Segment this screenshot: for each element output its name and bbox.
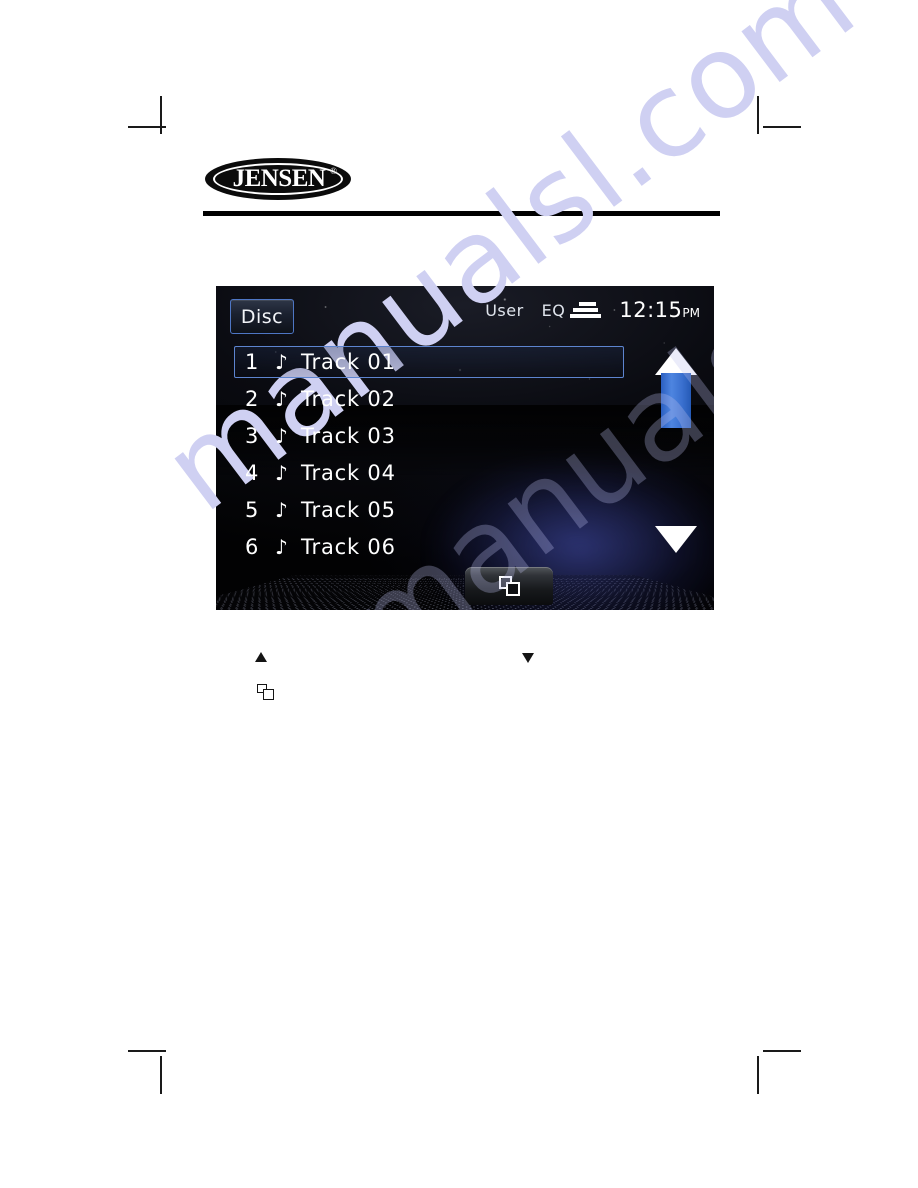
legend-overlapping-squares-icon <box>257 684 274 700</box>
track-number: 5 <box>245 498 259 522</box>
clock-meridiem: PM <box>682 306 700 320</box>
track-title: Track 05 <box>301 498 396 522</box>
crop-mark-bottom-left-horizontal <box>128 1050 166 1052</box>
music-note-icon: ♪ <box>275 461 288 485</box>
track-number: 2 <box>245 387 259 411</box>
legend-triangle-up-icon <box>255 652 267 662</box>
track-number: 4 <box>245 461 259 485</box>
crop-mark-top-right-horizontal <box>763 126 801 128</box>
logo-registered-mark: ® <box>330 166 337 176</box>
track-title: Track 01 <box>301 350 396 374</box>
track-title: Track 03 <box>301 424 396 448</box>
clock-time: 12:15 <box>619 298 683 322</box>
triangle-up-icon[interactable] <box>655 348 697 375</box>
status-bar: Disc User EQ 12:15 PM <box>216 286 714 344</box>
eq-preset-user-label: User <box>485 300 524 320</box>
music-note-icon: ♪ <box>275 387 288 411</box>
overlapping-squares-icon <box>498 576 520 596</box>
head-unit-screen: Disc User EQ 12:15 PM 1 ♪ Track 01 2 ♪ Track … <box>216 286 714 610</box>
track-list: 1 ♪ Track 01 2 ♪ Track 02 3 ♪ Track 03 4 ♪ Track 04… <box>234 346 624 568</box>
track-row[interactable]: 6 ♪ Track 06 <box>234 531 624 563</box>
eq-indicator[interactable]: EQ <box>542 301 602 320</box>
crop-mark-bottom-right-horizontal <box>763 1050 801 1052</box>
legend-triangle-down-icon <box>522 653 534 663</box>
music-note-icon: ♪ <box>275 498 288 522</box>
equalizer-bars-icon <box>570 301 602 318</box>
header-divider-rule <box>203 211 720 216</box>
clock-display: 12:15 PM <box>619 298 700 322</box>
track-row[interactable]: 4 ♪ Track 04 <box>234 457 624 489</box>
crop-mark-top-left-vertical <box>160 96 162 134</box>
jensen-logo: JENSEN ® <box>205 158 351 200</box>
scrollbar[interactable] <box>655 348 697 553</box>
status-bar-right-group: User EQ 12:15 PM <box>485 298 700 322</box>
music-note-icon: ♪ <box>275 350 288 374</box>
track-title: Track 06 <box>301 535 396 559</box>
logo-wordmark: JENSEN <box>232 165 326 192</box>
track-title: Track 04 <box>301 461 396 485</box>
scrollbar-thumb[interactable] <box>661 373 691 428</box>
track-number: 6 <box>245 535 259 559</box>
track-number: 1 <box>245 350 259 374</box>
track-number: 3 <box>245 424 259 448</box>
triangle-down-icon[interactable] <box>655 526 697 553</box>
crop-mark-bottom-left-vertical <box>160 1056 162 1094</box>
eq-label: EQ <box>541 300 566 320</box>
track-row[interactable]: 5 ♪ Track 05 <box>234 494 624 526</box>
list-mode-button[interactable] <box>465 567 553 605</box>
track-row[interactable]: 2 ♪ Track 02 <box>234 383 624 415</box>
music-note-icon: ♪ <box>275 424 288 448</box>
track-row[interactable]: 3 ♪ Track 03 <box>234 420 624 452</box>
music-note-icon: ♪ <box>275 535 288 559</box>
source-button-disc[interactable]: Disc <box>230 299 294 334</box>
track-row[interactable]: 1 ♪ Track 01 <box>234 346 624 378</box>
crop-mark-bottom-right-vertical <box>757 1056 759 1094</box>
track-title: Track 02 <box>301 387 396 411</box>
crop-mark-top-right-vertical <box>757 96 759 134</box>
